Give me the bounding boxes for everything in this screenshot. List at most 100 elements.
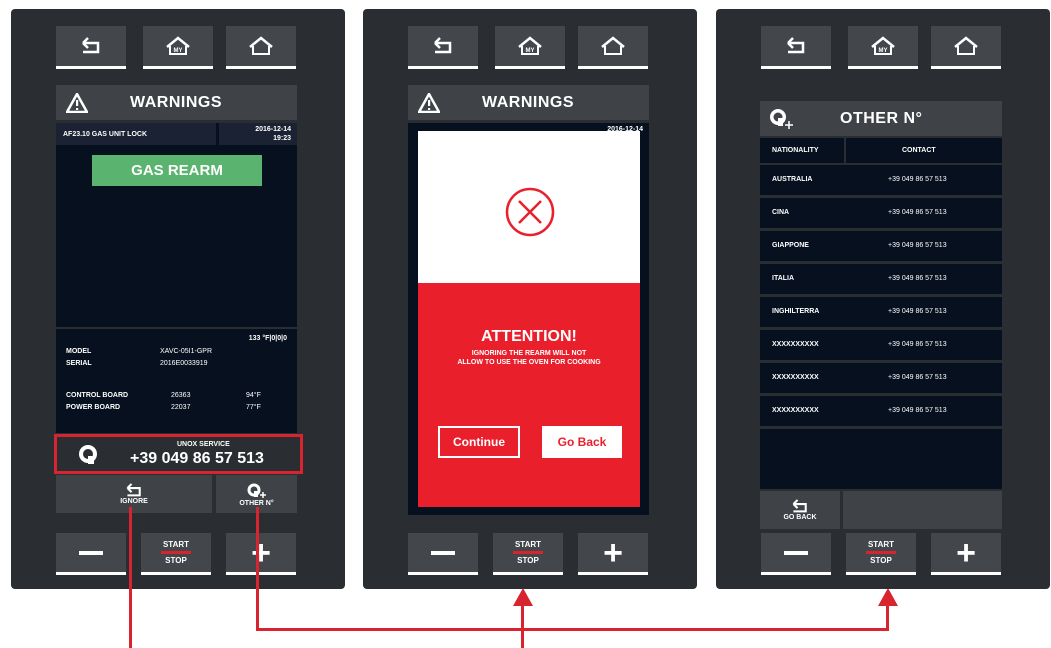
column-label-contact: CONTACT [902, 147, 936, 154]
serial-value: 2016E0033919 [160, 360, 208, 367]
model-label: MODEL [66, 348, 92, 355]
my-home-button[interactable]: MY [848, 26, 918, 69]
nationality-cell: XXXXXXXXXX [772, 407, 819, 414]
column-label-nationality: NATIONALITY [772, 147, 819, 154]
start-stop-button[interactable]: START STOP [141, 533, 211, 575]
nationality-cell: XXXXXXXXXX [772, 374, 819, 381]
flow-connector-horizontal [256, 628, 888, 631]
ignore-button[interactable]: IGNORE [56, 475, 212, 513]
plus-icon: + [251, 533, 271, 572]
headset-icon [79, 445, 97, 464]
column-header-nationality: NATIONALITY [760, 138, 844, 163]
control-board-label: CONTROL BOARD [66, 392, 129, 399]
minus-icon [784, 550, 808, 555]
back-arrow-icon [434, 37, 452, 54]
minus-button[interactable] [408, 533, 478, 575]
table-empty-area [760, 429, 1002, 489]
nationality-cell: CINA [772, 209, 790, 216]
alarm-code: AF23.10 GAS UNIT LOCK [63, 131, 148, 138]
plus-button[interactable]: + [578, 533, 648, 575]
minus-button[interactable] [56, 533, 126, 575]
temperature-status: 133 °F|0|0|0 [248, 335, 287, 342]
home-icon [954, 36, 978, 55]
stop-label: STOP [165, 556, 187, 565]
page-title: WARNINGS [482, 93, 574, 111]
contact-cell: +39 049 86 57 513 [888, 407, 947, 414]
service-contact[interactable]: UNOX SERVICE +39 049 86 57 513 [54, 434, 303, 474]
column-header-contact: CONTACT [846, 138, 1002, 163]
attention-line-1: IGNORING THE REARM WILL NOT [471, 350, 587, 357]
flow-connector-other [256, 507, 259, 630]
table-row[interactable]: GIAPPONE +39 049 86 57 513 [760, 231, 1002, 261]
alarm-screen: AF23.10 GAS UNIT LOCK 2016-12-14 19:23 G… [56, 123, 297, 327]
minus-icon [431, 550, 455, 555]
table-row[interactable]: XXXXXXXXXX +39 049 86 57 513 [760, 363, 1002, 393]
table-row[interactable]: XXXXXXXXXX +39 049 86 57 513 [760, 396, 1002, 426]
other-number-panel: MY OTHER N° NATIONALITY CONTACT AUSTRALI… [716, 9, 1050, 589]
start-label: START [514, 540, 542, 549]
back-button[interactable] [408, 26, 478, 69]
plus-button[interactable]: + [931, 533, 1001, 575]
start-stop-button[interactable]: START STOP [493, 533, 563, 575]
attention-title: ATTENTION! [481, 328, 577, 345]
continue-button[interactable]: Continue [438, 426, 520, 458]
control-board-temp: 94°F [246, 392, 261, 399]
control-board-value: 26363 [171, 392, 191, 399]
table-row[interactable]: INGHILTERRA +39 049 86 57 513 [760, 297, 1002, 327]
headset-plus-icon [247, 483, 266, 498]
svg-text:MY: MY [174, 48, 183, 54]
stop-label: STOP [870, 556, 892, 565]
home-button[interactable] [931, 26, 1001, 69]
home-icon [249, 36, 273, 55]
nationality-cell: INGHILTERRA [772, 308, 820, 315]
model-value: XAVC-05I1-GPR [160, 348, 212, 355]
contact-cell: +39 049 86 57 513 [888, 275, 947, 282]
start-label: START [162, 540, 190, 549]
nationality-cell: GIAPPONE [772, 242, 809, 249]
home-button[interactable] [578, 26, 648, 69]
gas-rearm-button[interactable]: GAS REARM [92, 155, 262, 186]
minus-button[interactable] [761, 533, 831, 575]
back-button[interactable] [761, 26, 831, 69]
minus-icon [79, 550, 103, 555]
back-arrow-icon [787, 37, 805, 54]
nationality-cell: XXXXXXXXXX [772, 341, 819, 348]
back-button[interactable] [56, 26, 126, 69]
plus-icon: + [956, 533, 976, 572]
go-back-button[interactable]: GO BACK [760, 491, 840, 529]
contact-cell: +39 049 86 57 513 [888, 308, 947, 315]
table-row[interactable]: AUSTRALIA +39 049 86 57 513 [760, 165, 1002, 195]
start-stop-divider [513, 551, 543, 554]
error-x-icon [505, 187, 555, 237]
svg-text:MY: MY [879, 48, 888, 54]
back-arrow-icon [82, 37, 100, 54]
go-back-button[interactable]: Go Back [542, 426, 622, 458]
start-stop-divider [866, 551, 896, 554]
ignore-label: IGNORE [120, 498, 148, 505]
contact-cell: +39 049 86 57 513 [888, 374, 947, 381]
table-row[interactable]: CINA +39 049 86 57 513 [760, 198, 1002, 228]
power-board-value: 22037 [171, 404, 191, 411]
home-button[interactable] [226, 26, 296, 69]
attention-panel: MY WARNINGS 2016-12-14 ATTENTION! IGNORI… [363, 9, 697, 589]
warnings-header: WARNINGS [56, 85, 297, 120]
service-phone: +39 049 86 57 513 [130, 450, 264, 467]
table-row[interactable]: XXXXXXXXXX +39 049 86 57 513 [760, 330, 1002, 360]
plus-button[interactable]: + [226, 533, 296, 575]
plus-icon: + [603, 533, 623, 572]
my-home-icon: MY [166, 36, 190, 55]
warning-icon [66, 92, 88, 113]
my-home-button[interactable]: MY [143, 26, 213, 69]
home-icon [601, 36, 625, 55]
start-stop-button[interactable]: START STOP [846, 533, 916, 575]
table-row[interactable]: ITALIA +39 049 86 57 513 [760, 264, 1002, 294]
attention-dialog-top [418, 131, 640, 283]
headset-plus-icon [770, 108, 793, 129]
svg-text:MY: MY [526, 48, 535, 54]
contact-cell: +39 049 86 57 513 [888, 242, 947, 249]
flow-connector-panel2 [521, 604, 524, 648]
alarm-time: 19:23 [273, 135, 291, 142]
my-home-button[interactable]: MY [495, 26, 565, 69]
other-number-label: OTHER N° [239, 499, 274, 507]
power-board-label: POWER BOARD [66, 404, 121, 411]
